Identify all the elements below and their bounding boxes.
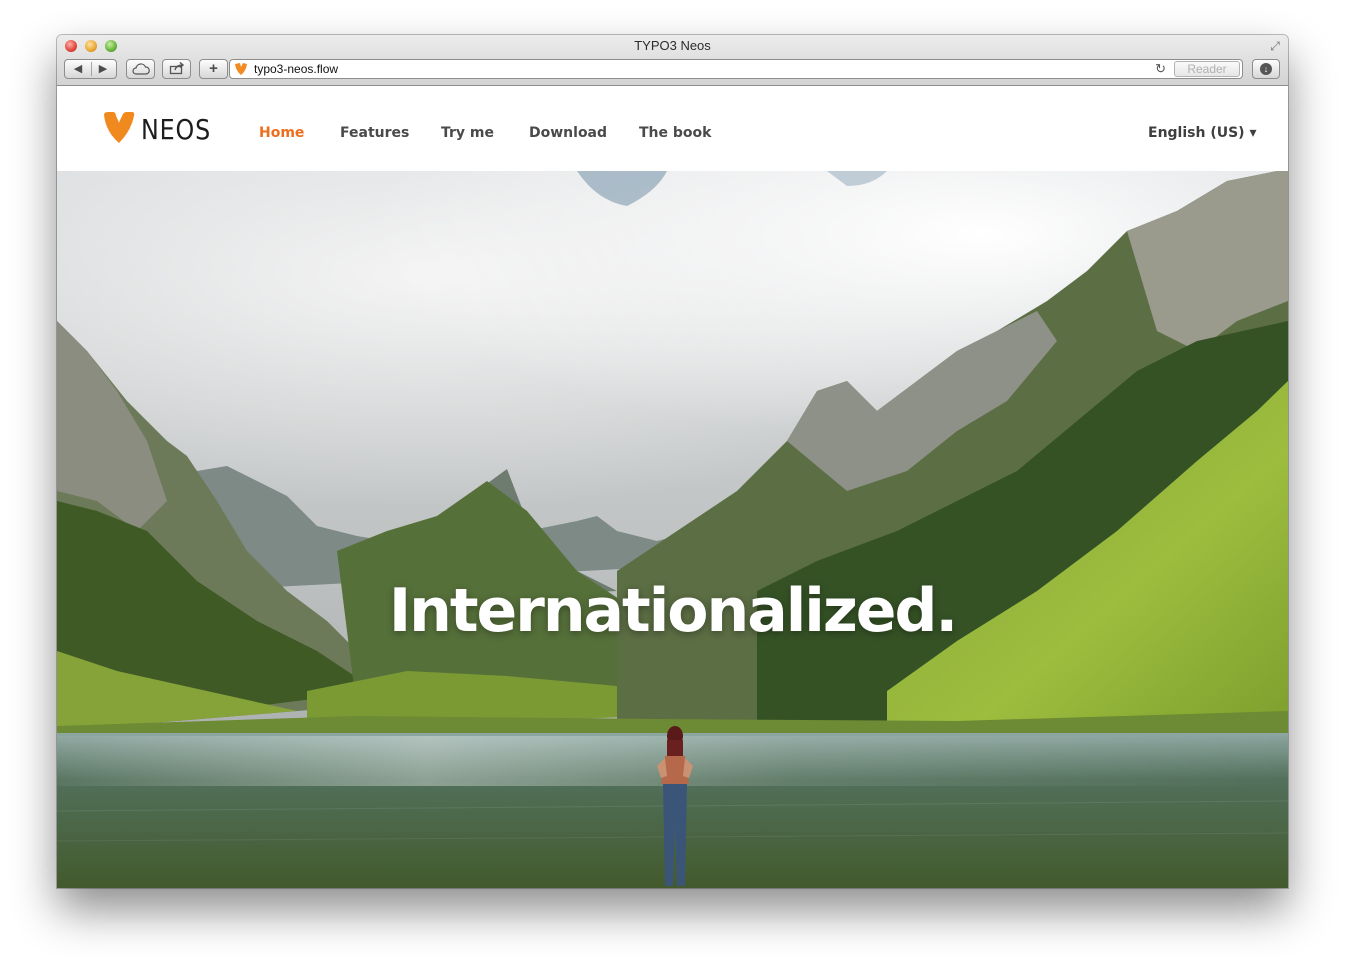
back-arrow-icon[interactable]: ◀ xyxy=(66,60,91,78)
nav-item-download[interactable]: Download xyxy=(529,125,607,141)
hero-title: Internationalized. xyxy=(388,576,958,646)
new-tab-button[interactable]: + xyxy=(199,59,228,79)
downloads-button[interactable]: ↓ xyxy=(1252,59,1280,79)
site-header: NEOS Home Features Try me Download The b… xyxy=(57,86,1288,170)
hero-section: Internationalized. xyxy=(57,171,1288,888)
neos-logo-icon[interactable] xyxy=(102,111,136,144)
browser-window: TYPO3 Neos ⤢ ◀ ▶ + typo3-neos.flow ↻ Read… xyxy=(57,35,1288,888)
window-title: TYPO3 Neos xyxy=(634,38,711,53)
nav-item-the-book[interactable]: The book xyxy=(639,125,711,141)
reader-button[interactable]: Reader xyxy=(1174,61,1240,77)
address-bar[interactable]: typo3-neos.flow ↻ Reader xyxy=(229,59,1243,79)
back-forward-buttons: ◀ ▶ xyxy=(64,59,117,79)
typo3-favicon-icon xyxy=(235,63,247,75)
forward-arrow-icon[interactable]: ▶ xyxy=(91,60,116,78)
hero-landscape-image xyxy=(57,171,1288,888)
share-button[interactable] xyxy=(162,59,191,79)
button-divider xyxy=(91,62,92,76)
fullscreen-icon[interactable]: ⤢ xyxy=(1268,39,1282,53)
logo-text[interactable]: NEOS xyxy=(141,113,211,146)
icloud-tabs-button[interactable] xyxy=(126,59,155,79)
browser-toolbar: TYPO3 Neos ⤢ ◀ ▶ + typo3-neos.flow ↻ Read… xyxy=(57,35,1288,86)
download-icon: ↓ xyxy=(1260,63,1272,75)
nav-item-features[interactable]: Features xyxy=(340,125,409,141)
nav-item-try-me[interactable]: Try me xyxy=(441,125,494,141)
nav-item-home[interactable]: Home xyxy=(259,125,304,141)
cloud-icon xyxy=(131,63,150,75)
language-selector[interactable]: English (US) ▾ xyxy=(1148,125,1256,141)
reload-icon[interactable]: ↻ xyxy=(1155,61,1166,77)
url-text: typo3-neos.flow xyxy=(254,62,339,76)
share-icon xyxy=(169,61,184,75)
